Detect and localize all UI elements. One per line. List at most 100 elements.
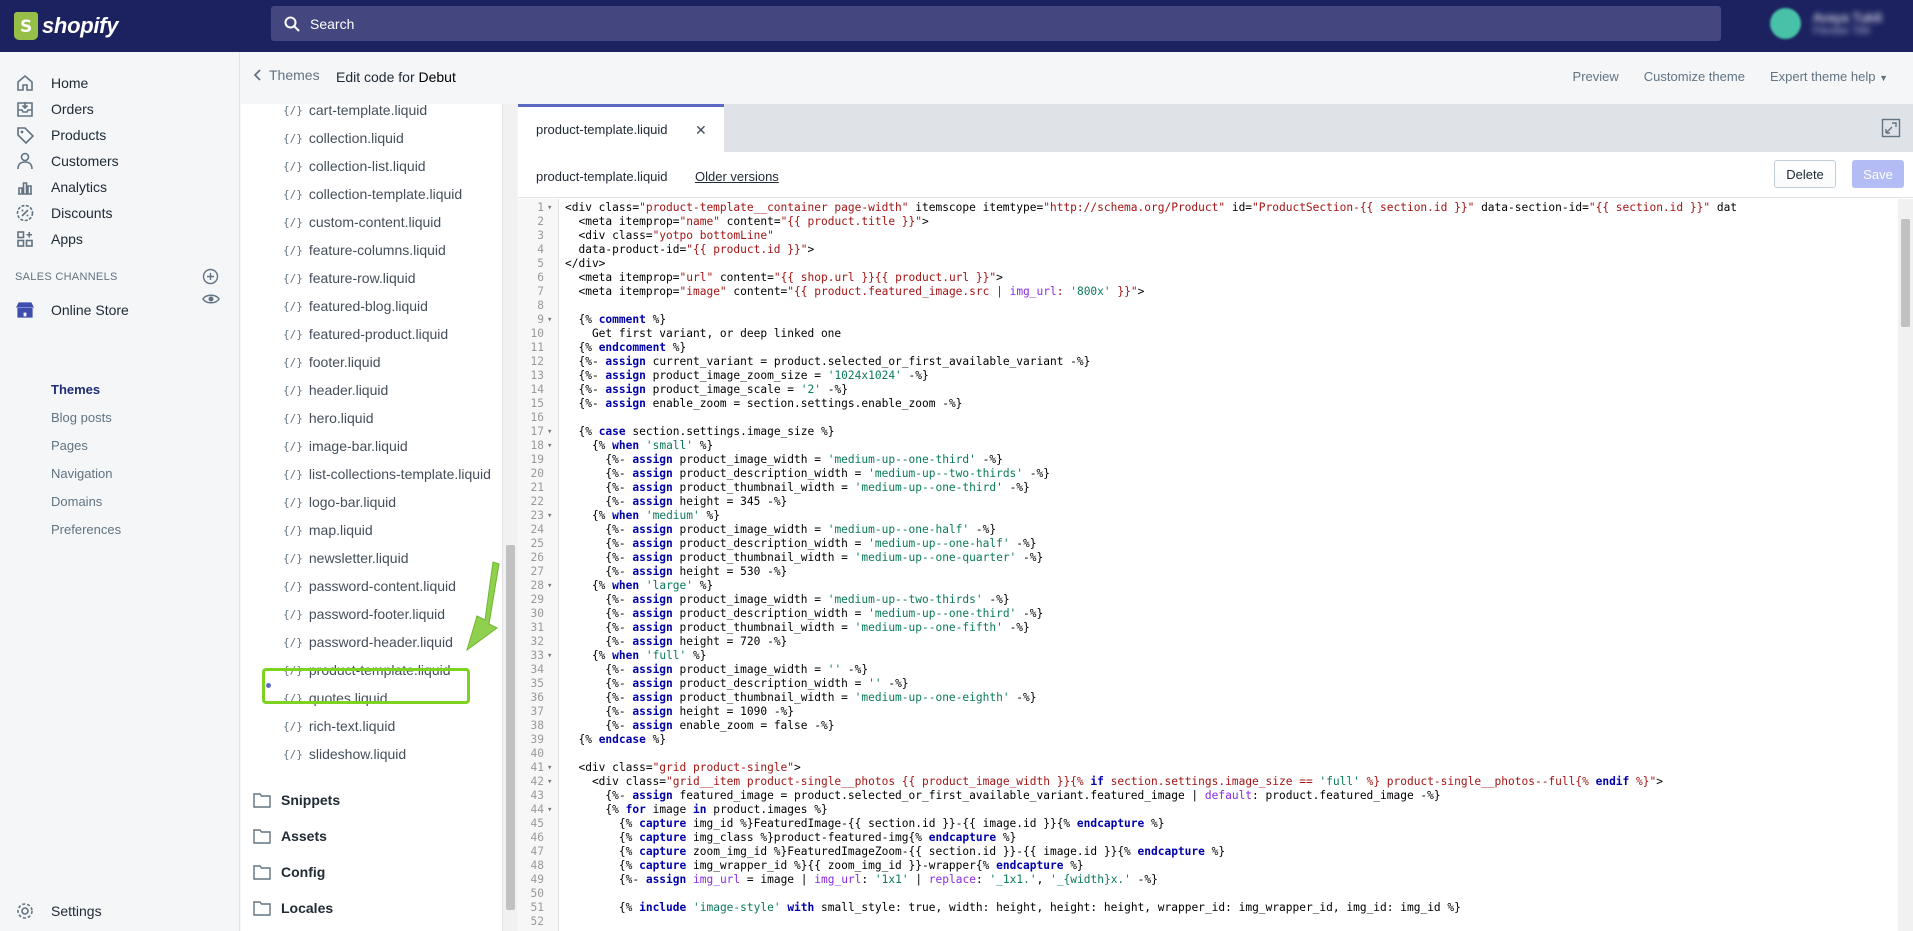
- folder-locales[interactable]: Locales: [253, 897, 333, 919]
- sidebar-item-label: Analytics: [51, 179, 108, 195]
- sidebar-subitem-domains[interactable]: Domains: [51, 494, 102, 509]
- file-item[interactable]: {/} footer.liquid: [283, 352, 380, 372]
- file-item[interactable]: {/} feature-columns.liquid: [283, 240, 446, 260]
- file-item[interactable]: {/} collection-list.liquid: [283, 156, 426, 176]
- code-text: {% comment %}: [565, 313, 667, 326]
- file-item[interactable]: {/} cart-template.liquid: [283, 104, 427, 120]
- folder-icon: [253, 901, 271, 916]
- sidebar-subitem-pages[interactable]: Pages: [51, 438, 88, 453]
- line-number: 4: [537, 243, 544, 256]
- fold-toggle-icon[interactable]: ▾: [547, 201, 552, 215]
- preview-button[interactable]: Preview: [1573, 69, 1619, 84]
- avatar: [1770, 8, 1801, 39]
- sidebar-subitem-themes[interactable]: Themes: [51, 382, 100, 397]
- file-item[interactable]: {/} header.liquid: [283, 380, 388, 400]
- sidebar-item-apps[interactable]: Apps: [0, 224, 240, 254]
- file-item-label: password-header.liquid: [308, 634, 453, 650]
- line-number: 18: [530, 439, 544, 452]
- code-text: {% endcase %}: [565, 733, 667, 746]
- line-number: 25: [530, 537, 544, 550]
- file-item[interactable]: {/} password-content.liquid: [283, 576, 456, 596]
- line-number: 49: [530, 873, 544, 886]
- file-item[interactable]: {/} collection-template.liquid: [283, 184, 462, 204]
- folder-assets[interactable]: Assets: [253, 825, 327, 847]
- tab-product-template[interactable]: product-template.liquid ✕: [518, 104, 724, 152]
- fold-toggle-icon[interactable]: ▾: [547, 649, 552, 663]
- expert-theme-help-button[interactable]: Expert theme help ▼: [1770, 69, 1888, 84]
- file-item[interactable]: {/} hero.liquid: [283, 408, 373, 428]
- sidebar-item-settings[interactable]: Settings: [0, 896, 240, 926]
- close-icon[interactable]: ✕: [695, 122, 707, 139]
- line-number: 5: [537, 257, 544, 270]
- older-versions-link[interactable]: Older versions: [695, 169, 779, 184]
- code-text: {% capture img_class %}product-featured-…: [565, 831, 1017, 844]
- line-number: 6: [537, 271, 544, 284]
- code-editor[interactable]: 1 ▾ <div class="product-template__containe…: [518, 199, 1898, 931]
- line-number: 31: [530, 621, 544, 634]
- sidebar-subitem-blog-posts[interactable]: Blog posts: [51, 410, 112, 425]
- file-item[interactable]: {/} newsletter.liquid: [283, 548, 409, 568]
- liquid-file-icon: {/}: [283, 299, 303, 313]
- code-text: {% when 'medium' %}: [565, 509, 720, 522]
- file-item[interactable]: {/} password-header.liquid: [283, 632, 453, 652]
- fold-toggle-icon[interactable]: ▾: [547, 425, 552, 439]
- liquid-file-icon: {/}: [283, 159, 303, 173]
- sidebar-subitem-navigation[interactable]: Navigation: [51, 466, 112, 481]
- folder-config[interactable]: Config: [253, 861, 325, 883]
- fold-toggle-icon[interactable]: ▾: [547, 775, 552, 789]
- file-item[interactable]: {/} list-collections-template.liquid: [283, 464, 491, 484]
- customize-theme-button[interactable]: Customize theme: [1644, 69, 1745, 84]
- file-item[interactable]: {/} collection.liquid: [283, 128, 404, 148]
- file-item[interactable]: {/} image-bar.liquid: [283, 436, 408, 456]
- account-menu[interactable]: Avaya Tukili Flexibe 789: [1770, 8, 1882, 39]
- file-tree-scroll-thumb[interactable]: [506, 545, 515, 910]
- breadcrumb-themes[interactable]: Themes: [253, 67, 320, 83]
- search-bar[interactable]: Search: [271, 6, 1721, 41]
- file-item[interactable]: {/} slideshow.liquid: [283, 744, 406, 764]
- editor-scroll-thumb[interactable]: [1901, 219, 1910, 327]
- file-item-label: header.liquid: [308, 382, 389, 398]
- sidebar-item-label: Discounts: [51, 205, 113, 221]
- file-item[interactable]: {/} featured-product.liquid: [283, 324, 448, 344]
- file-item[interactable]: {/} password-footer.liquid: [283, 604, 445, 624]
- code-text: {%- assign product_image_width = 'medium…: [565, 593, 1010, 606]
- delete-button[interactable]: Delete: [1774, 160, 1836, 188]
- file-item-label: hero.liquid: [308, 410, 374, 426]
- folder-snippets[interactable]: Snippets: [253, 789, 340, 811]
- file-item[interactable]: {/} logo-bar.liquid: [283, 492, 396, 512]
- sidebar-subitem-preferences[interactable]: Preferences: [51, 522, 121, 537]
- fold-toggle-icon[interactable]: ▾: [547, 579, 552, 593]
- folder-icon: [253, 793, 271, 808]
- line-number: 1: [537, 201, 544, 214]
- add-sales-channel-button[interactable]: [202, 268, 219, 288]
- line-number: 8: [537, 299, 544, 312]
- liquid-file-icon: {/}: [283, 607, 303, 621]
- file-item[interactable]: {/} map.liquid: [283, 520, 373, 540]
- line-number: 23: [530, 509, 544, 522]
- line-number: 2: [537, 215, 544, 228]
- view-store-button[interactable]: [202, 290, 220, 311]
- chart-icon: [14, 176, 36, 198]
- code-text: {%- assign product_image_width = 'medium…: [565, 453, 1003, 466]
- code-text: {%- assign height = 1090 -%}: [565, 705, 795, 718]
- fold-toggle-icon[interactable]: ▾: [547, 509, 552, 523]
- liquid-file-icon: {/}: [283, 439, 303, 453]
- file-item[interactable]: {/} custom-content.liquid: [283, 212, 441, 232]
- shopify-bag-icon: [14, 12, 38, 40]
- file-item[interactable]: {/} rich-text.liquid: [283, 716, 395, 736]
- file-item[interactable]: {/} featured-blog.liquid: [283, 296, 428, 316]
- fold-toggle-icon[interactable]: ▾: [547, 313, 552, 327]
- fold-toggle-icon[interactable]: ▾: [547, 803, 552, 817]
- discount-icon: [14, 202, 36, 224]
- shopify-logo[interactable]: shopify: [14, 10, 118, 42]
- expand-icon: [1881, 118, 1901, 138]
- fold-toggle-icon[interactable]: ▾: [547, 761, 552, 775]
- line-number: 21: [530, 481, 544, 494]
- line-number: 26: [530, 551, 544, 564]
- fold-toggle-icon[interactable]: ▾: [547, 439, 552, 453]
- fullscreen-button[interactable]: [1881, 118, 1901, 141]
- save-button[interactable]: Save: [1852, 160, 1904, 188]
- code-text: {% capture img_wrapper_id %}{{ zoom_img_…: [565, 859, 1084, 872]
- file-item[interactable]: {/} feature-row.liquid: [283, 268, 416, 288]
- liquid-file-icon: {/}: [283, 104, 303, 117]
